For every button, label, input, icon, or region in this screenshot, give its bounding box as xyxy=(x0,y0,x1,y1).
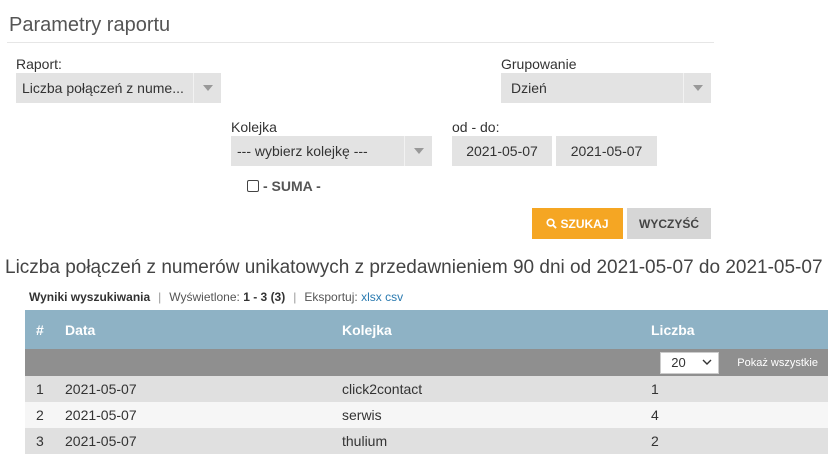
row-count: 4 xyxy=(651,402,828,428)
table-row: 3 2021-05-07 thulium 2 xyxy=(25,428,828,454)
page-size-select[interactable]: 20 xyxy=(660,351,720,374)
shown-label: Wyświetlone: xyxy=(169,290,240,304)
row-queue: serwis xyxy=(342,402,651,428)
date-range-label: od - do: xyxy=(452,119,500,135)
row-date: 2021-05-07 xyxy=(65,376,342,402)
sum-checkbox[interactable] xyxy=(247,180,259,192)
queue-select[interactable]: --- wybierz kolejkę --- xyxy=(231,136,432,166)
row-count: 2 xyxy=(651,428,828,454)
show-all-link[interactable]: Pokaż wszystkie xyxy=(737,357,818,369)
results-table: # Data Kolejka Liczba 20 Pokaż wszystkie… xyxy=(25,310,828,454)
search-icon xyxy=(546,218,558,229)
chevron-down-icon xyxy=(702,359,712,365)
table-header-row: # Data Kolejka Liczba xyxy=(25,310,828,349)
report-select[interactable]: Liczba połączeń z nume... xyxy=(16,73,221,103)
results-label: Wyniki wyszukiwania xyxy=(29,290,151,304)
date-from-input[interactable]: 2021-05-07 xyxy=(452,136,552,166)
report-select-value: Liczba połączeń z nume... xyxy=(22,80,184,96)
title-divider xyxy=(7,42,714,43)
results-bar: Wyniki wyszukiwania | Wyświetlone: 1 - 3 (… xyxy=(29,290,404,304)
column-header[interactable]: # xyxy=(25,310,65,349)
clear-button[interactable]: WYCZYŚĆ xyxy=(627,208,711,239)
row-queue: thulium xyxy=(342,428,651,454)
chevron-down-icon xyxy=(193,73,221,103)
grouping-select[interactable]: Dzień xyxy=(501,73,711,103)
column-header[interactable]: Liczba xyxy=(651,310,828,349)
page-size-value: 20 xyxy=(671,355,686,370)
chevron-down-icon xyxy=(404,136,432,166)
grouping-label: Grupowanie xyxy=(501,56,577,72)
search-button-label: SZUKAJ xyxy=(560,216,609,231)
table-row: 2 2021-05-07 serwis 4 xyxy=(25,402,828,428)
row-count: 1 xyxy=(651,376,828,402)
row-number: 3 xyxy=(25,428,65,454)
export-label: Eksportuj: xyxy=(304,290,358,304)
row-number: 2 xyxy=(25,402,65,428)
date-to-input[interactable]: 2021-05-07 xyxy=(556,136,657,166)
row-number: 1 xyxy=(25,376,65,402)
export-csv-link[interactable]: csv xyxy=(385,290,403,304)
row-queue: click2contact xyxy=(342,376,651,402)
panel-title: Parametry raportu xyxy=(9,14,171,36)
row-date: 2021-05-07 xyxy=(65,428,342,454)
report-title: Liczba połączeń z numerów unikatowych z … xyxy=(5,257,823,278)
queue-select-value: --- wybierz kolejkę --- xyxy=(237,143,368,159)
export-xlsx-link[interactable]: xlsx xyxy=(361,290,382,304)
queue-label: Kolejka xyxy=(231,119,277,135)
search-button[interactable]: SZUKAJ xyxy=(532,208,623,239)
grouping-select-value: Dzień xyxy=(511,80,547,96)
row-date: 2021-05-07 xyxy=(65,402,342,428)
column-header[interactable]: Kolejka xyxy=(342,310,651,349)
pager-row: 20 Pokaż wszystkie xyxy=(25,349,828,376)
column-header[interactable]: Data xyxy=(65,310,342,349)
sum-label: - SUMA - xyxy=(263,178,321,194)
report-label: Raport: xyxy=(16,56,62,72)
shown-value: 1 - 3 (3) xyxy=(243,290,286,304)
chevron-down-icon xyxy=(683,73,711,103)
table-row: 1 2021-05-07 click2contact 1 xyxy=(25,376,828,402)
